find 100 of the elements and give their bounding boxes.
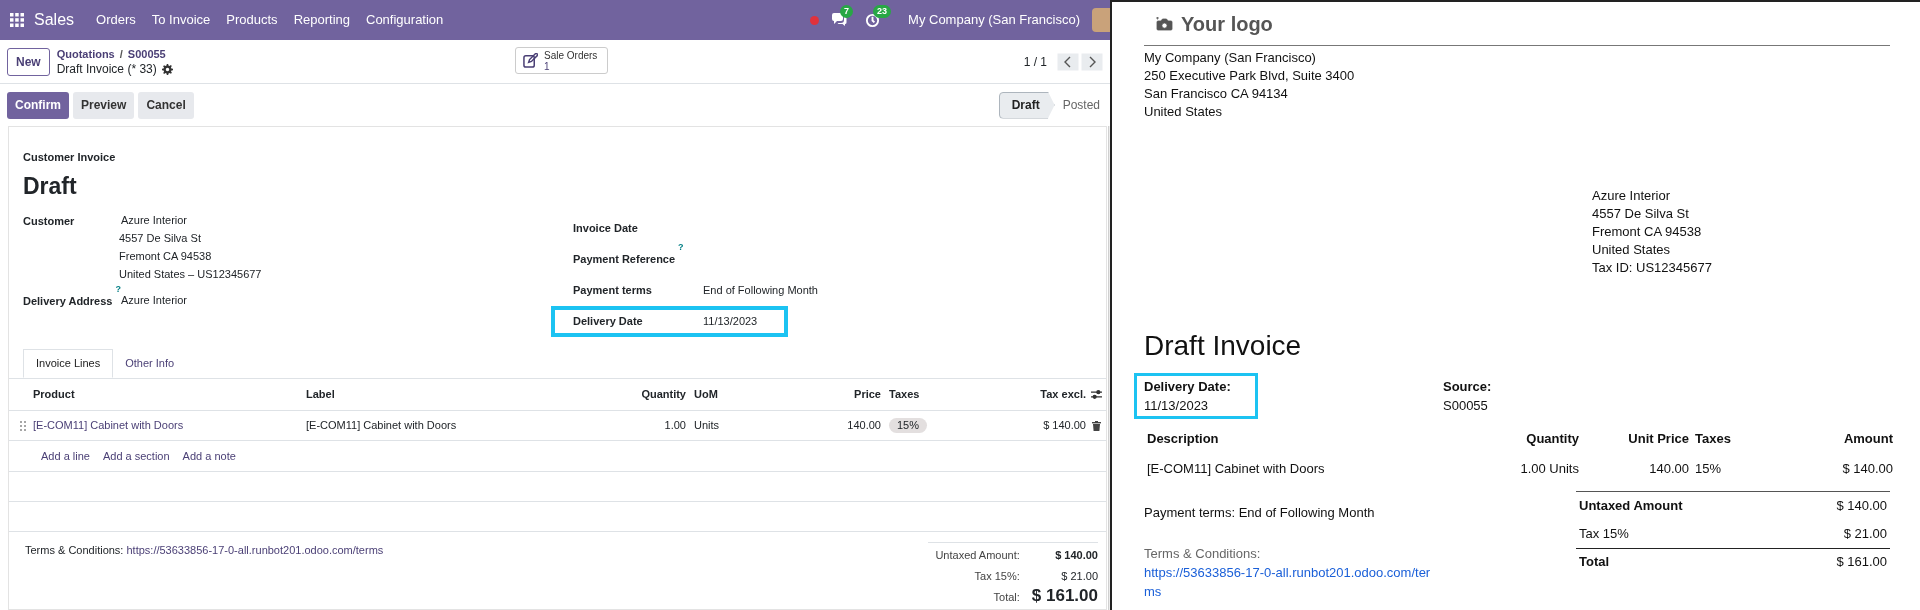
drag-handle-icon[interactable] [20,420,26,431]
customer-address-line: United States [1592,241,1672,259]
address-line: Fremont CA 94538 [119,249,213,264]
column-header: Label [306,387,336,403]
field-label: Delivery Date [573,314,643,330]
apps-menu-icon[interactable] [10,13,24,27]
camera-icon[interactable] [1156,17,1173,31]
info-value: S00055 [1443,397,1489,415]
help-tooltip-mark[interactable]: ? [678,246,684,264]
company-address-line: United States [1144,103,1224,121]
add-link[interactable]: Add a note [182,447,236,465]
field-label: Delivery Address [23,294,113,309]
tax-tag: 15% [889,418,928,434]
record-name: Draft [23,171,78,201]
new-button[interactable]: New [7,47,50,76]
customer-address-line: Azure Interior [1592,187,1672,205]
total-value: $ 140.00 [1054,548,1098,563]
field-label: Payment terms [573,283,652,299]
previous-button[interactable] [1057,52,1079,71]
info-label: Delivery Date: [1144,378,1232,396]
terms-text: Terms & Conditions: https://53633856-17-0-all.runbot201.odoo.com/terms [25,543,384,558]
breadcrumb-link[interactable]: S00055 [127,46,166,62]
terms-label: Terms & Conditions: [1144,545,1262,563]
logo-placeholder[interactable]: Your logo [1181,9,1273,39]
document-type: Customer Invoice [23,150,117,165]
terms-link[interactable]: https://53633856-17-0-all.runbot201.odoo.com/terms [126,544,384,556]
menu-item[interactable]: To Invoice [151,10,211,30]
customer-address-line: 4557 De Silva St [1592,205,1690,223]
breadcrumb-link[interactable]: Quotations [56,46,115,62]
terms-link[interactable]: https://53633856-17-0-all.runbot201.odoo.com/terms [1144,563,1434,601]
info-value: 11/13/2023 [1144,397,1210,415]
total-label: Tax 15%: [973,568,1020,584]
company-address-line: San Francisco CA 94134 [1144,85,1289,103]
scrollbar[interactable] [1108,126,1110,610]
add-link[interactable]: Add a section [102,447,170,465]
menu-item[interactable]: Reporting [293,10,350,30]
edit-icon [523,53,538,68]
address-line: 4557 De Silva St [119,231,202,246]
table-cell-text: $ 140.00 [1042,418,1086,434]
address-line: United States – US12345677 [119,267,262,282]
help-tooltip-mark[interactable]: ? [115,288,121,305]
total-label: Tax 15% [1579,524,1629,543]
menu-item[interactable]: Configuration [366,10,444,30]
chat-icon[interactable] [831,13,848,27]
column-header: Product [33,387,76,403]
action-button[interactable]: Preview [73,91,135,119]
column-settings-icon[interactable] [1091,389,1102,400]
status-step[interactable]: Posted [1054,91,1110,119]
menu-item[interactable]: Orders [96,10,136,30]
field-label: Invoice Date [573,221,638,237]
column-header: Description [1147,430,1220,448]
product-link[interactable]: [E-COM11] Cabinet with Doors [33,417,306,434]
column-header: Amount [1842,430,1893,448]
company-switcher[interactable]: My Company (San Francisco) [908,10,1080,30]
customer-address-line: Tax ID: US12345677 [1592,259,1713,277]
status-step[interactable]: Draft [998,91,1055,119]
field-value[interactable]: End of Following Month [703,282,818,299]
total-value: $ 21.00 [1843,524,1887,543]
action-button[interactable]: Cancel [138,91,194,119]
add-link[interactable]: Add a line [41,447,90,465]
address-line: Azure Interior [120,213,189,228]
total-value: $ 161.00 [1031,587,1098,606]
total-value: $ 21.00 [1060,568,1098,584]
trash-icon[interactable] [1092,420,1101,431]
message-count-badge: 7 [840,5,854,18]
column-header: Unit Price [1627,430,1689,448]
column-header: Quantity [640,387,686,403]
tab[interactable]: Other Info [113,349,187,378]
total-label: Untaxed Amount [1579,496,1683,515]
total-label: Total: [992,590,1020,606]
column-header: Taxes [1694,430,1732,448]
tab[interactable]: Invoice Lines [23,349,114,378]
info-label: Source: [1443,378,1492,396]
menu-item[interactable]: Products [226,10,278,30]
next-button[interactable] [1081,52,1103,71]
clock-icon[interactable] [865,12,881,28]
company-address-line: My Company (San Francisco) [1144,49,1317,67]
field-label: Payment Reference [573,252,676,268]
app-name[interactable]: Sales [34,8,75,32]
sale-orders-smart-button[interactable]: Sale Orders 1 [515,47,608,74]
table-cell-text: Units [693,418,721,434]
column-header: Tax excl. [1039,387,1086,403]
action-button[interactable]: Confirm [7,91,69,119]
table-cell-text: 140.00 [1648,460,1689,478]
activity-count-badge: 23 [873,4,892,18]
address-line: Azure Interior [120,293,188,308]
column-header: Quantity [1525,430,1579,448]
table-cell-text: 140.00 [846,418,881,434]
total-value: $ 161.00 [1836,553,1887,572]
gear-icon[interactable] [161,63,173,75]
breadcrumb-separator: / [119,46,123,62]
field-value[interactable]: 11/13/2023 [703,313,758,330]
pager-value: 1 / 1 [1023,53,1047,71]
table-cell-text: [E-COM11] Cabinet with Doors [306,418,458,434]
column-header: Price [853,387,881,403]
table-cell-text: 1.00 Units [1519,460,1579,478]
total-value: $ 140.00 [1836,496,1887,515]
table-cell-text: [E-COM11] Cabinet with Doors [1147,460,1326,478]
table-cell-text: $ 140.00 [1841,460,1893,478]
total-label: Total [1579,553,1610,572]
